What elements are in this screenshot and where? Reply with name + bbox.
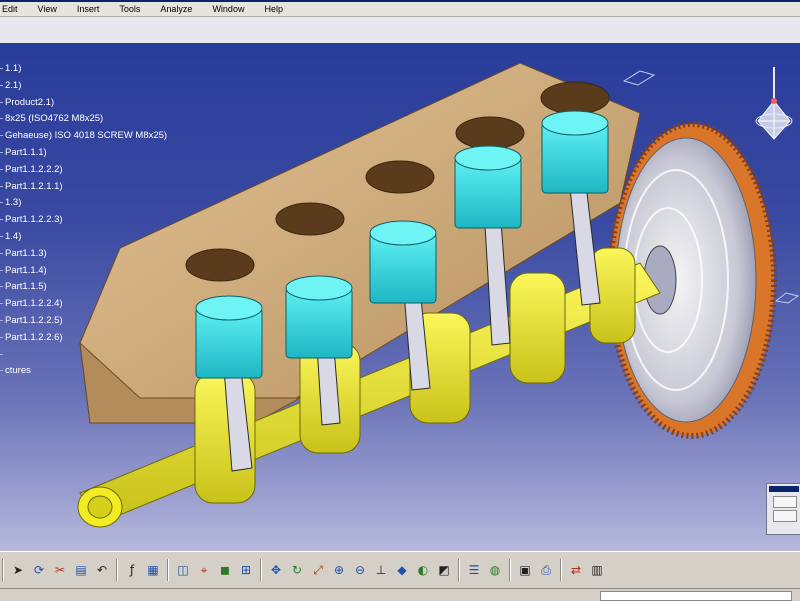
tree-node[interactable]: 8x25 (ISO4762 M8x25) (0, 111, 210, 128)
tree-node[interactable]: Part1.1.5) (0, 279, 210, 296)
pan-icon[interactable]: ✥ (267, 561, 285, 579)
box-icon[interactable]: ◼ (216, 561, 234, 579)
snap-icon[interactable]: ⊞ (237, 561, 255, 579)
zoom-out-icon[interactable]: ⊖ (351, 561, 369, 579)
menu-insert[interactable]: Insert (67, 2, 110, 16)
zoom-in-icon[interactable]: ⊕ (330, 561, 348, 579)
mini-widget-header (769, 486, 799, 492)
tree-node[interactable]: Part1.1.2.2.2) (0, 162, 210, 179)
piston-4[interactable] (454, 145, 522, 229)
grid-icon[interactable]: ▦ (144, 561, 162, 579)
piston-3[interactable] (369, 220, 437, 304)
compass-icon[interactable] (752, 61, 800, 151)
menu-edit[interactable]: Edit (0, 2, 28, 16)
3d-viewport[interactable]: 1.1) 2.1) Product2.1) 8x25 (ISO4762 M8x2… (0, 43, 800, 551)
toolbar-group: ✥ ↻ ⤢ ⊕ ⊖ ⊥ ◆ ◐ ◩ (260, 559, 456, 581)
tree-node[interactable]: Product2.1) (0, 95, 210, 112)
toolbar-group: ◫ ⌖ ◼ ⊞ (167, 559, 258, 581)
mini-widget-cell (773, 496, 797, 508)
tree-node[interactable]: Part1.1.2.2.6) (0, 330, 210, 347)
piston-5[interactable] (541, 110, 609, 194)
menu-help[interactable]: Help (254, 2, 293, 16)
menu-analyze[interactable]: Analyze (150, 2, 202, 16)
tree-node[interactable]: 2.1) (0, 78, 210, 95)
iso-view-icon[interactable]: ◆ (393, 561, 411, 579)
tree-node[interactable]: Part1.1.2.2.5) (0, 313, 210, 330)
menu-view[interactable]: View (28, 2, 67, 16)
select-arrow-icon[interactable]: ➤ (9, 561, 27, 579)
formula-icon[interactable]: ƒ (123, 561, 141, 579)
swap-icon[interactable]: ⇄ (567, 561, 585, 579)
plane-outline-icon (774, 292, 800, 304)
view-overview-icon[interactable] (766, 483, 800, 535)
hide-show-icon[interactable]: ◩ (435, 561, 453, 579)
rotate-icon[interactable]: ↻ (288, 561, 306, 579)
toolbar-group: ☰ ◍ (458, 559, 507, 581)
tree-node[interactable]: 1.4) (0, 229, 210, 246)
tree-node[interactable]: Part1.1.3) (0, 246, 210, 263)
status-bar (0, 588, 800, 601)
catalog-icon[interactable]: ▥ (588, 561, 606, 579)
sketch-icon[interactable]: ◫ (174, 561, 192, 579)
menu-tools[interactable]: Tools (109, 2, 150, 16)
tree-node[interactable]: 1.3) (0, 195, 210, 212)
specification-tree: 1.1) 2.1) Product2.1) 8x25 (ISO4762 M8x2… (0, 61, 210, 380)
toolbar-group: ➤ ⟳ ✂ ▤ ↶ (2, 559, 114, 581)
normal-view-icon[interactable]: ⊥ (372, 561, 390, 579)
tree-node[interactable]: 1.1) (0, 61, 210, 78)
document-header-area (0, 17, 800, 43)
tree-node[interactable]: Part1.1.2.2.3) (0, 212, 210, 229)
piston-2[interactable] (285, 275, 353, 359)
mini-widget-cell (773, 510, 797, 522)
undo-icon[interactable]: ↶ (93, 561, 111, 579)
tree-node[interactable]: ctures (0, 363, 210, 380)
capture-icon[interactable]: ▣ (516, 561, 534, 579)
tree-node[interactable]: Part1.1.2.2.4) (0, 296, 210, 313)
tree-node[interactable] (0, 347, 210, 364)
toolbar-group: ▣ ⎙ (509, 559, 558, 581)
material-icon[interactable]: ◍ (486, 561, 504, 579)
layer-icon[interactable]: ☰ (465, 561, 483, 579)
measure-icon[interactable]: ⌖ (195, 561, 213, 579)
shading-icon[interactable]: ◐ (414, 561, 432, 579)
tree-node[interactable]: Part1.1.1) (0, 145, 210, 162)
refresh-icon[interactable]: ⟳ (30, 561, 48, 579)
plane-outline-icon (622, 70, 656, 86)
tree-node[interactable]: Gehaeuse) ISO 4018 SCREW M8x25) (0, 128, 210, 145)
menu-window[interactable]: Window (202, 2, 254, 16)
cut-icon[interactable]: ✂ (51, 561, 69, 579)
print-icon[interactable]: ⎙ (537, 561, 555, 579)
paste-icon[interactable]: ▤ (72, 561, 90, 579)
menu-bar: Edit View Insert Tools Analyze Window He… (0, 2, 800, 17)
fit-all-icon[interactable]: ⤢ (309, 561, 327, 579)
toolbar-group: ⇄ ▥ (560, 559, 609, 581)
bottom-toolbar: ➤ ⟳ ✂ ▤ ↶ ƒ ▦ ◫ ⌖ ◼ ⊞ ✥ ↻ ⤢ ⊕ ⊖ ⊥ ◆ ◐ ◩ … (0, 551, 800, 588)
toolbar-group: ƒ ▦ (116, 559, 165, 581)
tree-node[interactable]: Part1.1.4) (0, 263, 210, 280)
tree-node[interactable]: Part1.1.2.1.1) (0, 179, 210, 196)
